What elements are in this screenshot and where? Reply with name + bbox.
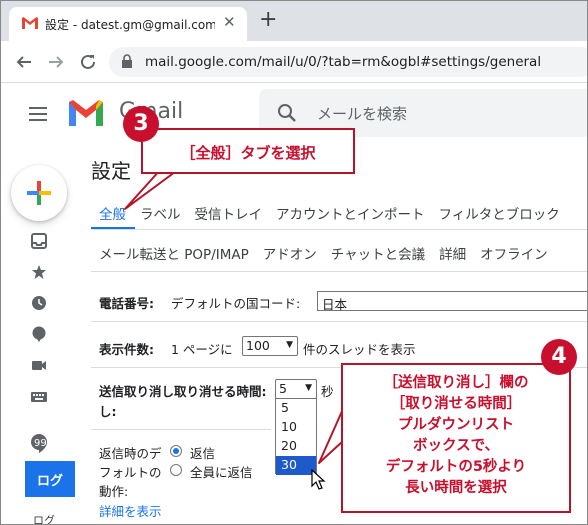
forward-arrow-icon[interactable]	[47, 53, 65, 71]
undo-send-unit: 秒	[321, 384, 334, 399]
callout-3: ［全般］タブを選択	[141, 128, 355, 174]
phone-country-code-text: デフォルトの国コード:	[171, 296, 301, 311]
display-count-suffix: 件のスレッドを表示	[303, 342, 416, 357]
display-count-prefix: 1 ページに	[171, 342, 233, 357]
step-3-badge: 3	[123, 106, 159, 142]
gmail-logo-icon[interactable]	[67, 98, 105, 128]
tab-general[interactable]: 全般	[99, 207, 126, 223]
callout-4-line: ［送信取り消し］欄の	[383, 375, 529, 391]
dropdown-option[interactable]: 10	[276, 418, 316, 437]
tab-divider-2	[91, 271, 587, 272]
settings-tabs-row1: 全般 ラベル 受信トレイ アカウントとインポート フィルタとブロック	[99, 203, 574, 223]
undo-send-value: 5	[279, 381, 287, 396]
sign-in-button[interactable]: ログ	[25, 461, 75, 497]
reply-behavior-label-1: 返信時のデ	[99, 446, 162, 461]
search-input[interactable]: メールを検索	[317, 103, 407, 124]
reply-all-radio[interactable]	[170, 464, 182, 476]
tab-divider	[91, 229, 587, 230]
chevron-down-icon: ▼	[286, 340, 293, 350]
inbox-icon[interactable]	[31, 233, 47, 249]
dropdown-option[interactable]: 5	[276, 399, 316, 418]
compose-button[interactable]	[11, 165, 67, 221]
row-divider	[91, 429, 271, 430]
tab-inbox[interactable]: 受信トレイ	[195, 207, 263, 223]
phone-label: 電話番号:	[99, 296, 154, 311]
browser-tab[interactable]: 設定 - datest.gm@gmail.com - G ✕	[9, 7, 247, 41]
keyboard-icon[interactable]	[31, 389, 47, 405]
gmail-favicon-icon	[22, 17, 38, 29]
tab-accounts-import[interactable]: アカウントとインポート	[276, 207, 425, 223]
tab-chat-meet[interactable]: チャットと会議	[331, 247, 425, 263]
hangouts-icon[interactable]: 99	[30, 433, 48, 453]
step-4-badge: 4	[541, 339, 577, 375]
video-camera-icon[interactable]	[31, 357, 47, 373]
chevron-down-icon: ▼	[305, 383, 312, 393]
tab-close-icon[interactable]: ✕	[223, 13, 236, 31]
plus-icon	[27, 181, 51, 205]
display-count-value: 100	[246, 338, 270, 353]
callout-4: ［送信取り消し］欄の ［取り消せる時間］ プルダウンリスト ボックスで、 デフォ…	[341, 363, 571, 513]
page-title: 設定	[91, 159, 131, 183]
tab-labels[interactable]: ラベル	[140, 207, 181, 223]
svg-text:99: 99	[34, 438, 47, 449]
back-arrow-icon[interactable]	[15, 53, 33, 71]
url-text: mail.google.com/mail/u/0/?tab=rm&ogbl#se…	[145, 54, 542, 70]
callout-4-line: プルダウンリスト	[398, 417, 514, 433]
callout-4-line: ［取り消せる時間］	[390, 396, 522, 412]
undo-send-label: 送信取り消し取り消せる時間:	[99, 384, 267, 399]
lock-icon	[122, 54, 132, 68]
reply-behavior-label-3: 動作:	[99, 484, 129, 499]
display-count-select[interactable]: 100 ▼	[242, 336, 298, 356]
row-divider	[91, 321, 587, 322]
browser-tab-bar: 設定 - datest.gm@gmail.com - G ✕ +	[1, 1, 587, 41]
tab-offline[interactable]: オフライン	[480, 247, 548, 263]
omnibox[interactable]: mail.google.com/mail/u/0/?tab=rm&ogbl#se…	[109, 47, 587, 77]
callout-4-line: デフォルトの5秒より	[385, 459, 527, 475]
tab-title: 設定 - datest.gm@gmail.com - G	[45, 18, 215, 32]
clock-icon[interactable]	[31, 295, 47, 311]
main-menu-icon[interactable]	[29, 107, 47, 121]
reply-all-option-label: 全員に返信	[190, 465, 253, 480]
star-icon[interactable]	[31, 264, 47, 280]
reply-behavior-label-2: フォルトの	[99, 465, 162, 480]
callout-4-line: ボックスで、	[413, 438, 499, 454]
undo-send-label-2: し:	[99, 404, 117, 419]
reload-icon[interactable]	[79, 53, 97, 71]
reply-radio[interactable]	[170, 445, 182, 457]
learn-more-link[interactable]: 詳細を表示	[99, 501, 162, 520]
screenshot-frame: 設定 - datest.gm@gmail.com - G ✕ + mail.go…	[0, 0, 588, 525]
rail-bottom-label: ログ	[33, 514, 55, 525]
reply-option-label: 返信	[190, 446, 216, 461]
dropdown-option[interactable]: 20	[276, 437, 316, 456]
tab-forwarding-pop-imap[interactable]: メール転送と POP/IMAP	[99, 247, 249, 263]
undo-send-period-select[interactable]: 5 ▼	[275, 379, 317, 399]
display-count-label: 表示件数:	[99, 342, 154, 357]
mouse-pointer-icon	[311, 469, 326, 490]
tab-advanced[interactable]: 詳細	[439, 247, 466, 263]
phone-country-input[interactable]: 日本	[317, 291, 587, 312]
callout-4-line: 長い時間を選択	[405, 480, 507, 496]
settings-tabs-row2: メール転送と POP/IMAP アドオン チャットと会議 詳細 オフライン	[99, 243, 562, 263]
search-icon[interactable]	[277, 103, 297, 123]
address-bar: mail.google.com/mail/u/0/?tab=rm&ogbl#se…	[1, 41, 587, 83]
undo-send-dropdown-list[interactable]: 5 10 20 30	[275, 398, 317, 475]
dropdown-option-highlighted[interactable]: 30	[276, 456, 316, 475]
chat-bubble-icon[interactable]	[31, 326, 47, 342]
callout-3-text: ［全般］タブを選択	[180, 144, 316, 162]
tab-filters-blocked[interactable]: フィルタとブロック	[439, 207, 560, 223]
tab-addons[interactable]: アドオン	[263, 247, 317, 263]
new-tab-button[interactable]: +	[259, 9, 277, 31]
